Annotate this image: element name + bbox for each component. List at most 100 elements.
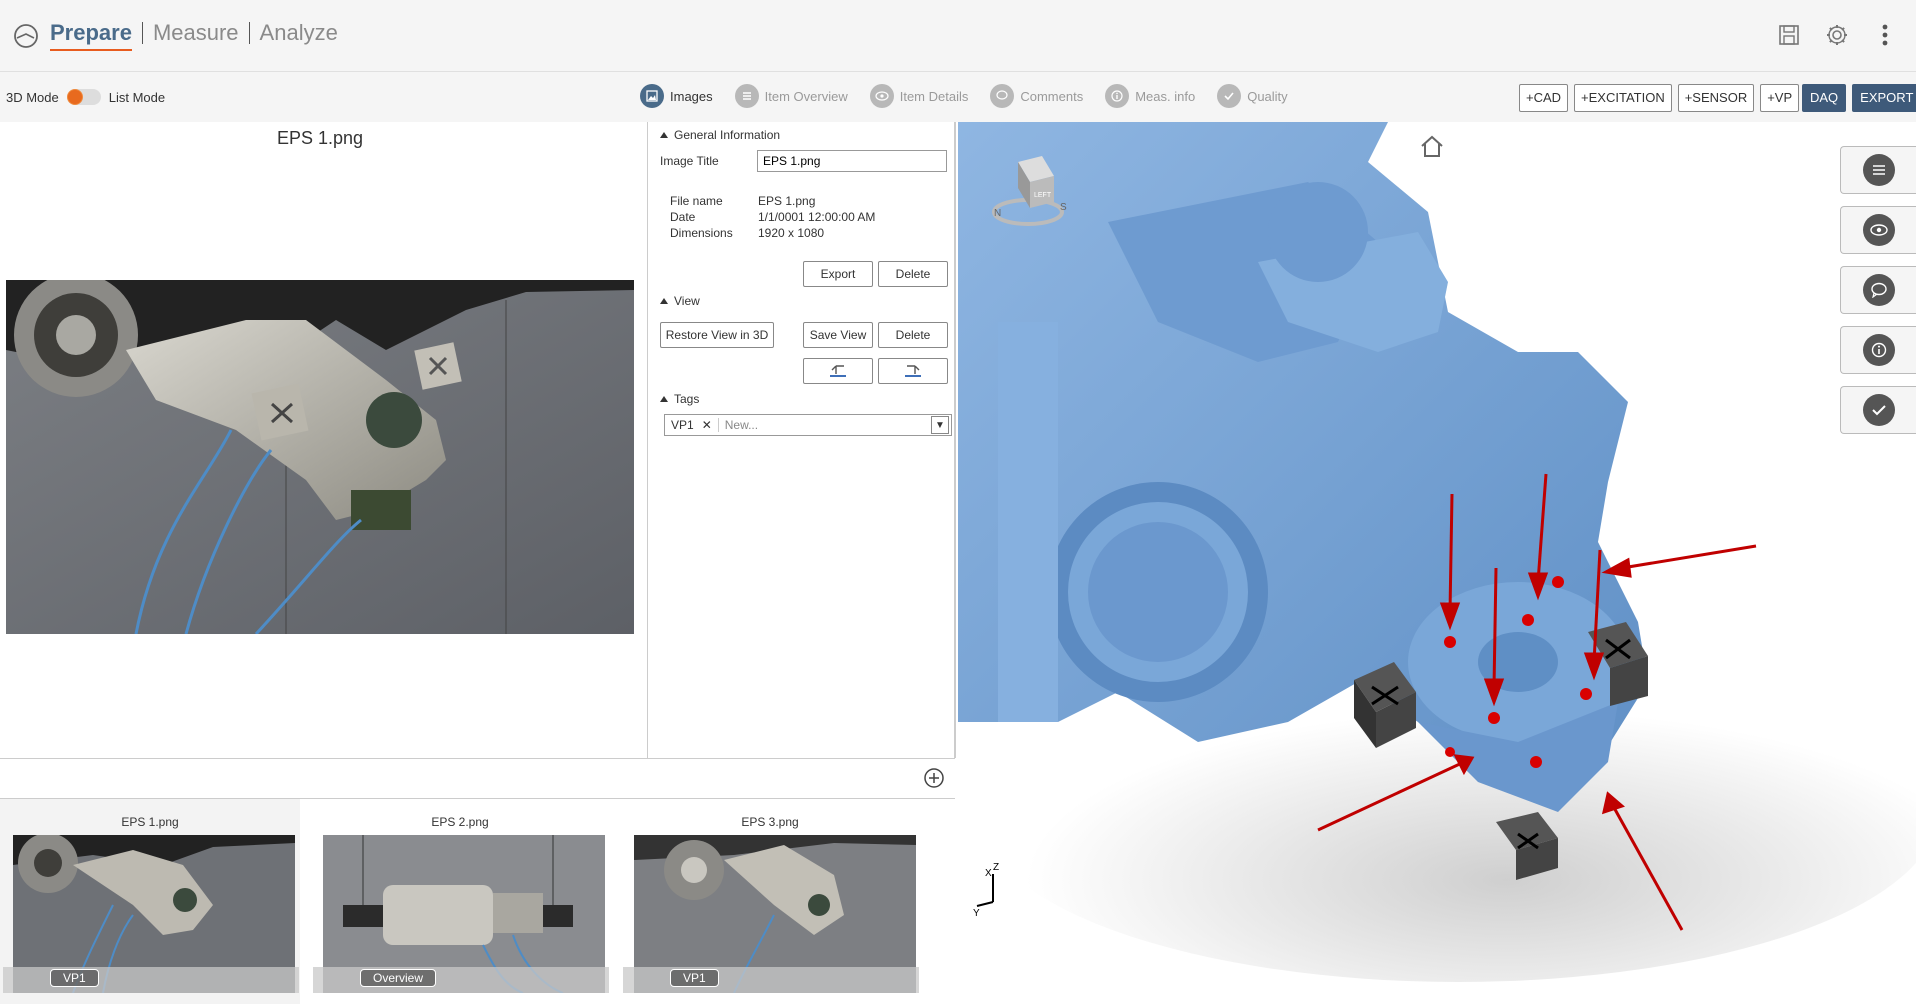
add-excitation-button[interactable]: +EXCITATION <box>1574 84 1672 112</box>
panel-tabs: Images Item Overview Item Details Commen… <box>640 84 1288 108</box>
thumbnail-label-bar <box>623 967 919 993</box>
daq-export-buttons: DAQ EXPORT <box>1802 84 1916 112</box>
thumbnail-name: EPS 3.png <box>741 815 799 829</box>
eye-icon <box>1862 214 1895 246</box>
tab-quality-label: Quality <box>1247 88 1288 104</box>
general-info-header[interactable]: General Information <box>660 128 780 142</box>
dimensions-label: Dimensions <box>670 226 733 240</box>
3d-viewport[interactable]: LEFT N S Z X Y <box>958 122 1916 1004</box>
undo-icon <box>830 365 846 377</box>
collapse-triangle-icon <box>660 298 668 304</box>
svg-text:S: S <box>1060 202 1067 213</box>
undo-view-button[interactable] <box>803 358 873 384</box>
view-header[interactable]: View <box>660 294 700 308</box>
dimensions-value: 1920 x 1080 <box>758 226 825 240</box>
tag-chip[interactable]: VP1 ✕ <box>665 418 719 432</box>
image-title-label: Image Title <box>660 154 719 168</box>
restore-view-button[interactable]: Restore View in 3D <box>660 322 774 348</box>
mode-3d-label: 3D Mode <box>6 89 59 105</box>
add-buttons: +CAD +EXCITATION +SENSOR +VP <box>1519 84 1800 112</box>
add-image-icon[interactable] <box>923 767 945 789</box>
tags-header[interactable]: Tags <box>660 392 699 406</box>
viewport-side-buttons <box>1840 146 1916 434</box>
tab-item-details-label: Item Details <box>899 88 969 104</box>
main-photo[interactable] <box>6 280 634 634</box>
tab-meas-info[interactable]: Meas. info <box>1105 84 1195 108</box>
thumbnail-tag: VP1 <box>670 969 719 987</box>
info-side-button[interactable] <box>1840 326 1916 374</box>
thumbnail-tag: VP1 <box>50 969 99 987</box>
mode-toggle[interactable] <box>66 89 101 105</box>
app-logo-icon[interactable] <box>12 22 40 50</box>
redo-icon <box>905 365 921 377</box>
save-view-button[interactable]: Save View <box>803 322 873 348</box>
comment-icon <box>1862 274 1895 306</box>
thumbnail-toolbar <box>0 758 955 798</box>
export-button[interactable]: EXPORT <box>1852 84 1916 112</box>
tab-measure[interactable]: Measure <box>143 20 249 46</box>
mode-switch: 3D Mode List Mode <box>6 89 165 105</box>
tab-item-overview-label: Item Overview <box>764 88 848 104</box>
date-label: Date <box>670 210 696 224</box>
svg-text:X: X <box>985 868 992 879</box>
tab-images[interactable]: Images <box>640 84 713 108</box>
more-vertical-icon[interactable] <box>1872 22 1898 48</box>
file-name-label: File name <box>670 194 723 208</box>
image-title-input[interactable] <box>757 150 947 172</box>
thumbnail-label-bar <box>3 967 299 993</box>
save-icon[interactable] <box>1776 22 1802 48</box>
collapse-triangle-icon <box>660 132 668 138</box>
gear-icon[interactable] <box>1824 22 1850 48</box>
tab-item-details[interactable]: Item Details <box>869 84 969 108</box>
toolbar: 3D Mode List Mode Images Item Overview I… <box>0 72 1916 122</box>
file-info: File name EPS 1.png Date 1/1/0001 12:00:… <box>670 194 958 240</box>
chevron-down-icon[interactable]: ▼ <box>931 416 949 434</box>
add-vp-button[interactable]: +VP <box>1760 84 1800 112</box>
daq-button[interactable]: DAQ <box>1802 84 1847 112</box>
tab-meas-info-label: Meas. info <box>1135 88 1196 104</box>
tab-quality[interactable]: Quality <box>1217 84 1288 108</box>
thumbnail-name: EPS 2.png <box>431 815 489 829</box>
thumbnail-strip: EPS 1.png VP1 EPS 2.png Overview EPS 3.p… <box>0 798 955 1004</box>
export-image-button[interactable]: Export <box>803 261 873 287</box>
thumbnail-tag: Overview <box>360 969 437 987</box>
thumbnail-name: EPS 1.png <box>121 815 179 829</box>
3d-model-render: LEFT N S Z X Y <box>958 122 1916 982</box>
file-name-value: EPS 1.png <box>758 194 816 208</box>
delete-view-button[interactable]: Delete <box>878 322 948 348</box>
delete-image-button[interactable]: Delete <box>878 261 948 287</box>
tags-input[interactable]: VP1 ✕ New... ▼ <box>664 414 952 436</box>
check-icon <box>1862 394 1895 426</box>
svg-text:Z: Z <box>993 862 999 873</box>
app-header: Prepare Measure Analyze <box>0 0 1916 72</box>
svg-text:LEFT: LEFT <box>1034 192 1052 199</box>
home-icon <box>1421 135 1443 157</box>
main-nav: Prepare Measure Analyze <box>50 20 348 51</box>
tab-comments[interactable]: Comments <box>990 84 1083 108</box>
redo-view-button[interactable] <box>878 358 948 384</box>
comment-icon <box>990 84 1015 108</box>
add-sensor-button[interactable]: +SENSOR <box>1677 84 1755 112</box>
info-icon <box>1862 334 1895 366</box>
tab-item-overview[interactable]: Item Overview <box>734 84 848 108</box>
menu-side-button[interactable] <box>1840 146 1916 194</box>
eye-icon <box>869 84 894 108</box>
tab-prepare[interactable]: Prepare <box>50 20 142 51</box>
add-cad-button[interactable]: +CAD <box>1519 84 1569 112</box>
remove-tag-icon[interactable]: ✕ <box>702 418 712 432</box>
quality-side-button[interactable] <box>1840 386 1916 434</box>
tab-comments-label: Comments <box>1020 88 1084 104</box>
view-label: View <box>674 294 700 308</box>
thumbnail-item[interactable]: EPS 2.png Overview <box>310 799 610 1004</box>
thumbnail-item[interactable]: EPS 3.png VP1 <box>620 799 920 1004</box>
comment-side-button[interactable] <box>1840 266 1916 314</box>
list-icon <box>734 84 759 108</box>
check-icon <box>1217 84 1242 108</box>
mode-list-label: List Mode <box>108 89 166 105</box>
svg-text:N: N <box>994 208 1001 219</box>
tab-analyze[interactable]: Analyze <box>250 20 348 46</box>
new-tag-field[interactable]: New... <box>719 418 931 432</box>
tags-label: Tags <box>674 392 700 406</box>
thumbnail-item[interactable]: EPS 1.png VP1 <box>0 799 300 1004</box>
eye-side-button[interactable] <box>1840 206 1916 254</box>
